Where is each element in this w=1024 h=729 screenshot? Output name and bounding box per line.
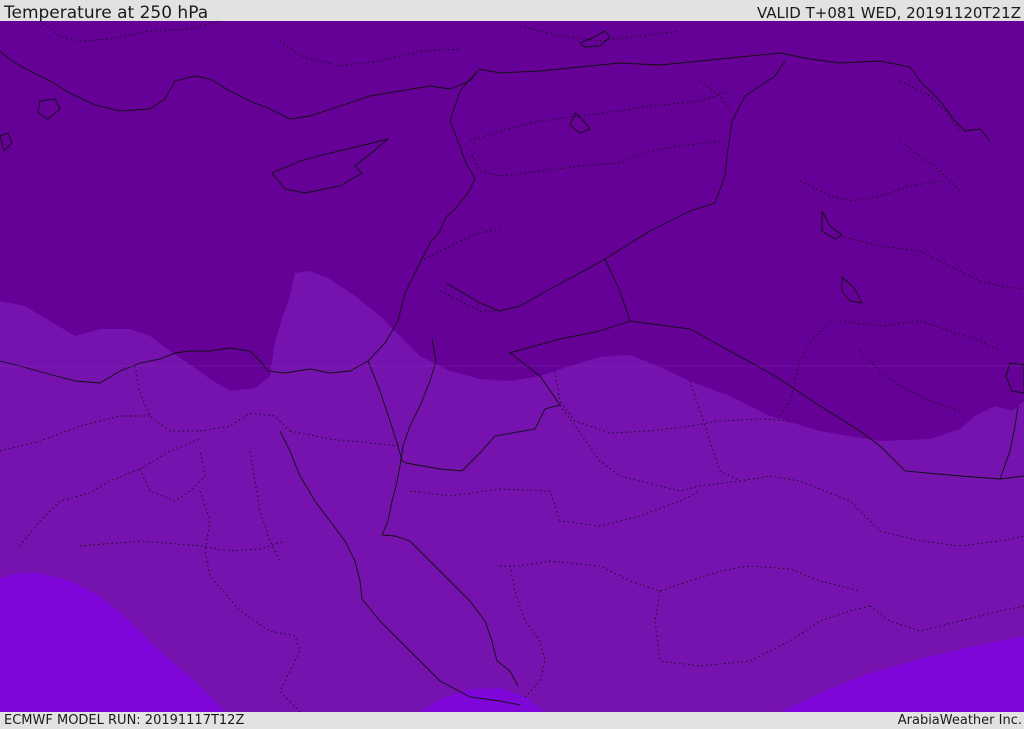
map-title: Temperature at 250 hPa xyxy=(4,3,209,23)
valid-time: VALID T+081 WED, 20191120T21Z xyxy=(756,4,1021,22)
map-footer: ECMWF MODEL RUN: 20191117T12Z ArabiaWeat… xyxy=(0,712,1024,729)
map-header: Temperature at 250 hPa VALID T+081 WED, … xyxy=(0,0,1024,23)
map-canvas xyxy=(0,21,1024,712)
model-run-label: ECMWF MODEL RUN: 20191117T12Z xyxy=(4,713,245,728)
weather-map xyxy=(0,21,1024,712)
brand-label: ArabiaWeather Inc. xyxy=(897,713,1022,728)
